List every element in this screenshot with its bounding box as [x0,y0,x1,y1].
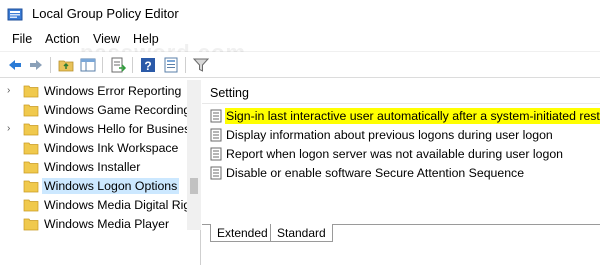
tree-item-label: Windows Media Digital Rig [44,198,191,212]
folder-icon [23,199,39,212]
setting-row[interactable]: Disable or enable software Secure Attent… [208,164,600,182]
toolbar: ? [0,52,600,78]
tree-item-selected[interactable]: Windows Logon Options [0,177,188,195]
tree-item-label: Windows Logon Options [42,178,180,194]
tree-item-label: Windows Ink Workspace [44,141,179,155]
folder-icon [23,123,39,136]
chevron-right-icon[interactable]: › [7,85,17,97]
tree-scrollbar[interactable] [187,80,201,230]
svg-text:?: ? [144,59,151,73]
folder-icon [23,180,39,193]
tree-item-label: Windows Media Player [44,217,170,231]
setting-row[interactable]: Sign-in last interactive user automatica… [208,107,600,125]
folder-icon [23,218,39,231]
scrollbar-thumb[interactable] [190,178,198,194]
help-icon[interactable]: ? [139,56,157,74]
tree-item-label: Windows Installer [44,160,141,174]
folder-icon [23,85,39,98]
setting-row[interactable]: Report when logon server was not availab… [208,145,600,163]
export-list-icon[interactable] [109,56,127,74]
tree-item[interactable]: Windows Installer [0,158,188,176]
tree-item-label: Windows Game Recording [44,103,191,117]
menu-action[interactable]: Action [45,32,80,46]
tree-item[interactable]: › Windows Error Reporting [0,82,188,100]
tree-pane: › Windows Error Reporting Windows Game R… [0,80,201,265]
group-policy-app-icon [7,8,23,21]
tree-item[interactable]: › Windows Hello for Business [0,120,196,138]
up-folder-icon[interactable] [57,56,75,74]
tab-standard[interactable]: Standard [270,224,333,242]
header-divider [202,103,600,104]
setting-column-header[interactable]: Setting [210,86,249,100]
tree-item[interactable]: Windows Media Digital Rig [0,196,190,214]
setting-row[interactable]: Display information about previous logon… [208,126,600,144]
back-icon[interactable] [6,56,24,74]
folder-icon [23,104,39,117]
policy-setting-icon [210,166,222,180]
tree-item[interactable]: Windows Game Recording [0,101,190,119]
filter-icon[interactable] [192,56,210,74]
folder-icon [23,161,39,174]
chevron-right-icon[interactable]: › [7,123,17,135]
toolbar-separator [50,57,51,73]
tree-item-label: Windows Hello for Business [44,122,197,136]
setting-label: Sign-in last interactive user automatica… [225,108,600,124]
policy-setting-icon [210,128,222,142]
policy-setting-icon [210,147,222,161]
show-hide-tree-icon[interactable] [79,56,97,74]
tab-extended[interactable]: Extended [210,224,275,242]
tree-item[interactable]: Windows Ink Workspace [0,139,188,157]
toolbar-separator [185,57,186,73]
tree-item-label: Windows Error Reporting [44,84,182,98]
properties-icon[interactable] [162,56,180,74]
policy-setting-icon [210,109,222,123]
toolbar-separator [132,57,133,73]
setting-label: Report when logon server was not availab… [226,147,563,161]
setting-label: Disable or enable software Secure Attent… [226,166,525,180]
menu-file[interactable]: File [12,32,32,46]
forward-icon[interactable] [27,56,45,74]
setting-label: Display information about previous logon… [226,128,553,142]
folder-icon [23,142,39,155]
view-tabs: Extended Standard [202,222,600,265]
tree-item[interactable]: Windows Media Player [0,215,188,233]
title-bar: Local Group Policy Editor [0,0,600,28]
toolbar-separator [102,57,103,73]
window-title: Local Group Policy Editor [32,6,179,21]
